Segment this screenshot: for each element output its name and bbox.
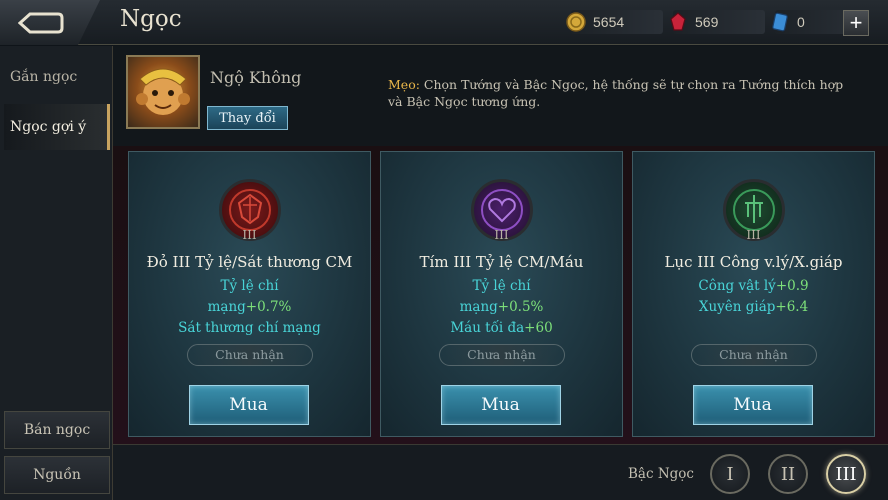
- hero-portrait[interactable]: [126, 55, 200, 129]
- gem-currency: 569: [670, 10, 765, 34]
- owned-status: Chưa nhận: [186, 344, 313, 366]
- sell-gem-button[interactable]: Bán ngọc: [4, 411, 110, 449]
- red-gem-icon: [670, 12, 686, 31]
- hero-avatar-icon: [136, 68, 190, 115]
- rank-i-button[interactable]: I: [710, 454, 750, 494]
- gem-level: III: [242, 228, 257, 242]
- back-arrow-icon: [18, 12, 64, 33]
- gem-stat: Xuyên giáp+6.4: [698, 299, 809, 315]
- gem-stat: Máu tối đa+60: [450, 320, 553, 336]
- tip-label: Mẹo:: [388, 77, 420, 92]
- gem-level: III: [746, 228, 761, 242]
- voucher-amount: 0: [797, 14, 805, 30]
- gem-name: Đỏ III Tỷ lệ/Sát thương CM: [146, 253, 353, 271]
- gold-amount: 5654: [593, 14, 625, 30]
- gem-card-red: III Đỏ III Tỷ lệ/Sát thương CM Tỷ lệ chí…: [128, 151, 371, 437]
- gem-name: Tím III Tỷ lệ CM/Máu: [419, 253, 584, 271]
- gem-card-purple: III Tím III Tỷ lệ CM/Máu Tỷ lệ chí mạng+…: [380, 151, 623, 437]
- gem-name: Lục III Công v.lý/X.giáp: [664, 253, 843, 271]
- gem-stat: Công vật lý+0.9: [698, 278, 809, 294]
- rank-label: Bậc Ngọc: [628, 466, 694, 482]
- page-title: Ngọc: [120, 6, 182, 32]
- buy-button[interactable]: Mua: [440, 385, 561, 425]
- gem-card-green: III Lục III Công v.lý/X.giáp Công vật lý…: [632, 151, 875, 437]
- gold-currency: 5654: [566, 10, 663, 34]
- rank-iii-button[interactable]: III: [826, 454, 866, 494]
- tip-body: Chọn Tướng và Bậc Ngọc, hệ thống sẽ tự c…: [388, 77, 844, 109]
- gem-stat: Sát thương chí mạng: [178, 320, 321, 336]
- gem-stat: mạng+0.7%: [207, 299, 292, 315]
- owned-status: Chưa nhận: [690, 344, 817, 366]
- gem-amount: 569: [695, 14, 719, 30]
- tip-text: Mẹo: Chọn Tướng và Bậc Ngọc, hệ thống sẽ…: [388, 76, 858, 110]
- buy-button[interactable]: Mua: [188, 385, 309, 425]
- blue-voucher-icon: [772, 12, 788, 32]
- hero-name: Ngộ Không: [210, 68, 302, 87]
- owned-status: Chưa nhận: [438, 344, 565, 366]
- gold-coin-icon: [566, 12, 586, 32]
- source-button[interactable]: Nguồn: [4, 456, 110, 494]
- gem-stat: Tỷ lệ chí: [472, 278, 531, 294]
- gem-stat: Tỷ lệ chí: [220, 278, 279, 294]
- change-hero-button[interactable]: Thay đổi: [207, 106, 288, 130]
- buy-button[interactable]: Mua: [692, 385, 813, 425]
- sidebar-item-ngoc-goi-y[interactable]: Ngọc gợi ý: [4, 104, 110, 150]
- sidebar-item-gan-ngoc[interactable]: Gắn ngọc: [4, 54, 110, 100]
- rank-ii-button[interactable]: II: [768, 454, 808, 494]
- add-currency-button[interactable]: +: [843, 10, 869, 36]
- gem-level: III: [494, 228, 509, 242]
- gem-stat: mạng+0.5%: [459, 299, 544, 315]
